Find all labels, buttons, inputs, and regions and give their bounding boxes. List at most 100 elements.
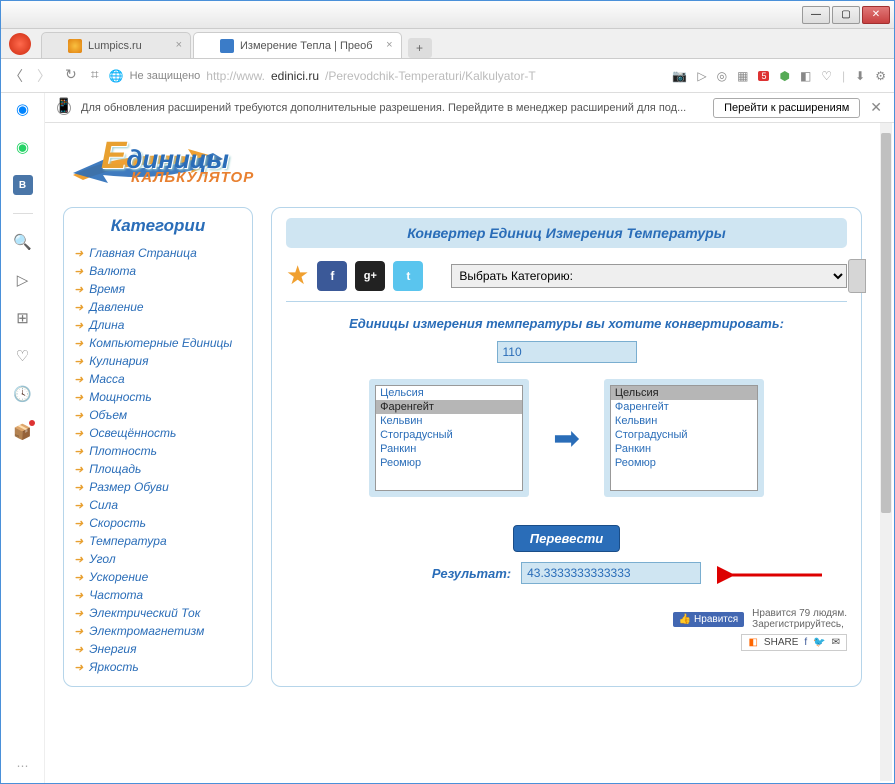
category-item[interactable]: ➜Длина: [74, 316, 242, 334]
from-unit-list[interactable]: ЦельсияФаренгейтКельвинСтоградусныйРанки…: [375, 385, 523, 491]
category-select[interactable]: Выбрать Категорию:: [451, 264, 847, 288]
tab-lumpics[interactable]: Lumpics.ru ×: [41, 32, 191, 58]
bookmark-icon[interactable]: ♡: [821, 69, 832, 83]
menu-icon[interactable]: ⚙: [875, 69, 886, 83]
value-input[interactable]: [497, 341, 637, 363]
convert-button[interactable]: Перевести: [513, 525, 620, 552]
share-box[interactable]: ◧SHARE f🐦✉: [741, 634, 847, 651]
site-logo[interactable]: Единицы КАЛЬКУЛЯТОР: [63, 127, 303, 197]
category-item[interactable]: ➜Главная Страница: [74, 244, 242, 262]
unit-option[interactable]: Реомюр: [611, 456, 757, 470]
panel-title: Конвертер Единиц Измерения Температуры: [286, 218, 847, 248]
unit-option[interactable]: Ранкин: [376, 442, 522, 456]
unit-option[interactable]: Ранкин: [611, 442, 757, 456]
category-item[interactable]: ➜Освещённость: [74, 424, 242, 442]
tab-close-icon[interactable]: ×: [386, 39, 392, 51]
tab-edinici[interactable]: Измерение Тепла | Преоб ×: [193, 32, 402, 58]
googleplus-icon[interactable]: g+: [355, 261, 385, 291]
category-item[interactable]: ➜Валюта: [74, 262, 242, 280]
window-maximize-button[interactable]: ▢: [832, 6, 860, 24]
facebook-icon[interactable]: f: [317, 261, 347, 291]
category-item[interactable]: ➜Мощность: [74, 388, 242, 406]
category-item[interactable]: ➜Ускорение: [74, 568, 242, 586]
category-item[interactable]: ➜Угол: [74, 550, 242, 568]
ext1-icon[interactable]: ▦: [737, 69, 748, 83]
ext3-icon[interactable]: ◧: [800, 69, 811, 83]
play-icon[interactable]: ▷: [13, 270, 33, 290]
side-tool-handle[interactable]: [848, 259, 866, 293]
unit-option[interactable]: Стоградусный: [611, 428, 757, 442]
category-item[interactable]: ➜Яркость: [74, 658, 242, 676]
unit-option[interactable]: Стоградусный: [376, 428, 522, 442]
box-icon[interactable]: 📦: [13, 422, 33, 442]
arrow-icon: ➜: [74, 445, 83, 458]
clock-icon[interactable]: 🕓: [13, 384, 33, 404]
whatsapp-icon[interactable]: ◉: [13, 137, 33, 157]
category-item[interactable]: ➜Скорость: [74, 514, 242, 532]
category-item[interactable]: ➜Размер Обуви: [74, 478, 242, 496]
category-item[interactable]: ➜Компьютерные Единицы: [74, 334, 242, 352]
search-icon[interactable]: 🔍: [13, 232, 33, 252]
unit-option[interactable]: Фаренгейт: [611, 400, 757, 414]
unit-option[interactable]: Кельвин: [611, 414, 757, 428]
category-item[interactable]: ➜Температура: [74, 532, 242, 550]
download-icon[interactable]: ⬇: [855, 69, 865, 83]
category-item[interactable]: ➜Энергия: [74, 640, 242, 658]
category-item[interactable]: ➜Электрический Ток: [74, 604, 242, 622]
new-tab-button[interactable]: +: [408, 38, 432, 58]
result-output[interactable]: [521, 562, 701, 584]
vk-icon[interactable]: B: [13, 175, 33, 195]
browser-side-rail: ◉ ◉ B 🔍 ▷ ⊞ ♡ 🕓 📦 ⋯: [1, 93, 45, 783]
category-item[interactable]: ➜Сила: [74, 496, 242, 514]
reload-icon[interactable]: ↻: [65, 66, 77, 86]
back-icon[interactable]: 〈: [9, 66, 23, 86]
forward-icon[interactable]: 〉: [37, 66, 51, 86]
category-item[interactable]: ➜Время: [74, 280, 242, 298]
messenger-icon[interactable]: ◉: [13, 99, 33, 119]
notification-close-icon[interactable]: ✕: [870, 99, 882, 116]
fb-like-button[interactable]: 👍Нравится: [673, 612, 745, 627]
unit-option[interactable]: Реомюр: [376, 456, 522, 470]
favorite-star-icon[interactable]: ★: [286, 260, 309, 291]
category-item[interactable]: ➜Электромагнетизм: [74, 622, 242, 640]
notification-badge[interactable]: 5: [758, 71, 769, 81]
category-item[interactable]: ➜Частота: [74, 586, 242, 604]
speed-dial-icon[interactable]: ⌗: [91, 66, 99, 86]
unit-option[interactable]: Кельвин: [376, 414, 522, 428]
arrow-icon: ➜: [74, 499, 83, 512]
twitter-icon[interactable]: t: [393, 261, 423, 291]
url-field[interactable]: 🌐 Не защищено http://www.edinici.ru/Pere…: [109, 69, 663, 83]
unit-option[interactable]: Цельсия: [376, 386, 522, 400]
window-minimize-button[interactable]: —: [802, 6, 830, 24]
category-label: Ускорение: [89, 570, 148, 584]
page-content: Единицы КАЛЬКУЛЯТОР Категории ➜Главная С…: [45, 123, 880, 781]
vpn-icon[interactable]: ▷: [697, 69, 706, 83]
goto-extensions-button[interactable]: Перейти к расширениям: [713, 98, 860, 118]
ext2-icon[interactable]: ⬢: [779, 69, 789, 83]
notification-text: Для обновления расширений требуются допо…: [81, 102, 703, 114]
unit-option[interactable]: Фаренгейт: [376, 400, 522, 414]
mini-phone-icon[interactable]: 📱: [55, 97, 71, 113]
unit-option[interactable]: Цельсия: [611, 386, 757, 400]
to-unit-box: ЦельсияФаренгейтКельвинСтоградусныйРанки…: [604, 379, 764, 497]
favicon-icon: [220, 39, 234, 53]
category-label: Угол: [89, 552, 115, 566]
category-item[interactable]: ➜Масса: [74, 370, 242, 388]
category-label: Компьютерные Единицы: [89, 336, 232, 350]
window-close-button[interactable]: ✕: [862, 6, 890, 24]
category-label: Объем: [89, 408, 127, 422]
more-icon[interactable]: ⋯: [17, 759, 29, 773]
category-item[interactable]: ➜Объем: [74, 406, 242, 424]
category-item[interactable]: ➜Кулинария: [74, 352, 242, 370]
category-item[interactable]: ➜Давление: [74, 298, 242, 316]
to-unit-list[interactable]: ЦельсияФаренгейтКельвинСтоградусныйРанки…: [610, 385, 758, 491]
tab-close-icon[interactable]: ×: [176, 39, 182, 51]
vertical-scrollbar[interactable]: [880, 123, 892, 781]
opera-logo-icon[interactable]: [9, 33, 31, 55]
category-item[interactable]: ➜Плотность: [74, 442, 242, 460]
category-item[interactable]: ➜Площадь: [74, 460, 242, 478]
heart-icon[interactable]: ♡: [13, 346, 33, 366]
camera-icon[interactable]: 📷: [672, 69, 687, 83]
adblock-icon[interactable]: ◎: [717, 69, 727, 83]
grid-icon[interactable]: ⊞: [13, 308, 33, 328]
